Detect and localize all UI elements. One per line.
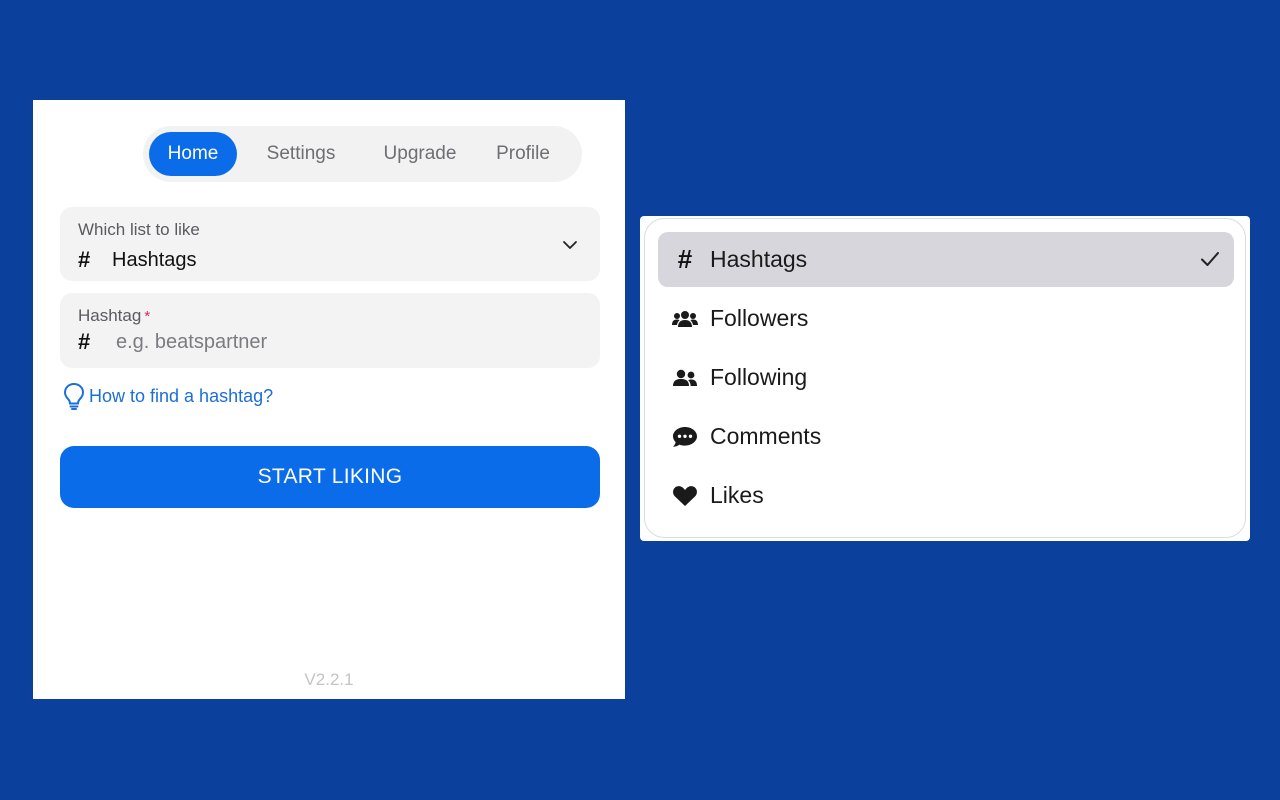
start-liking-button[interactable]: START LIKING — [60, 446, 600, 508]
option-label: Likes — [710, 482, 764, 508]
option-comments[interactable]: Comments — [658, 409, 1234, 464]
comment-dots-icon — [658, 426, 710, 448]
hashtag-label-text: Hashtag — [78, 306, 142, 325]
option-followers[interactable]: Followers — [658, 291, 1234, 346]
user-friends-icon — [658, 368, 710, 388]
hashtag-field: Hashtag * # — [60, 293, 600, 368]
help-link-label: How to find a hashtag? — [89, 385, 274, 406]
list-select[interactable]: Which list to like # Hashtags — [60, 207, 600, 281]
tab-profile[interactable]: Profile — [475, 132, 571, 176]
list-select-label: Which list to like — [78, 220, 200, 239]
option-label: Hashtags — [710, 246, 808, 272]
hash-icon: # — [78, 247, 91, 272]
hash-icon: # — [677, 244, 693, 274]
chevron-down-icon — [563, 241, 577, 249]
hash-icon: # — [78, 329, 91, 354]
option-likes[interactable]: Likes — [658, 468, 1234, 523]
option-following[interactable]: Following — [658, 350, 1234, 405]
option-label: Comments — [710, 423, 822, 449]
nav-tabs: Home Settings Upgrade Profile — [143, 126, 582, 182]
how-to-find-hashtag-link[interactable]: How to find a hashtag? — [63, 382, 273, 410]
tab-upgrade[interactable]: Upgrade — [365, 132, 475, 176]
option-label: Followers — [710, 305, 809, 331]
option-label: Following — [710, 364, 808, 390]
required-mark: * — [144, 308, 151, 325]
option-hashtags[interactable]: # Hashtags — [658, 232, 1234, 287]
list-select-value-row: # Hashtags — [78, 247, 197, 273]
extension-popup: Home Settings Upgrade Profile Which list… — [33, 100, 625, 699]
lightbulb-icon — [63, 382, 85, 410]
version-label: V2.2.1 — [304, 670, 354, 689]
check-icon — [1201, 252, 1219, 266]
heart-icon — [658, 485, 710, 507]
hashtag-input[interactable] — [116, 327, 576, 357]
tab-home[interactable]: Home — [149, 132, 237, 176]
list-dropdown-panel: # Hashtags Followers Following Comments … — [640, 216, 1250, 541]
list-dropdown-menu: # Hashtags Followers Following Comments … — [644, 218, 1246, 538]
users-group-icon — [658, 309, 710, 329]
list-select-value: Hashtags — [112, 248, 197, 271]
hashtag-field-label: Hashtag * — [78, 306, 150, 326]
tab-settings[interactable]: Settings — [237, 132, 365, 176]
